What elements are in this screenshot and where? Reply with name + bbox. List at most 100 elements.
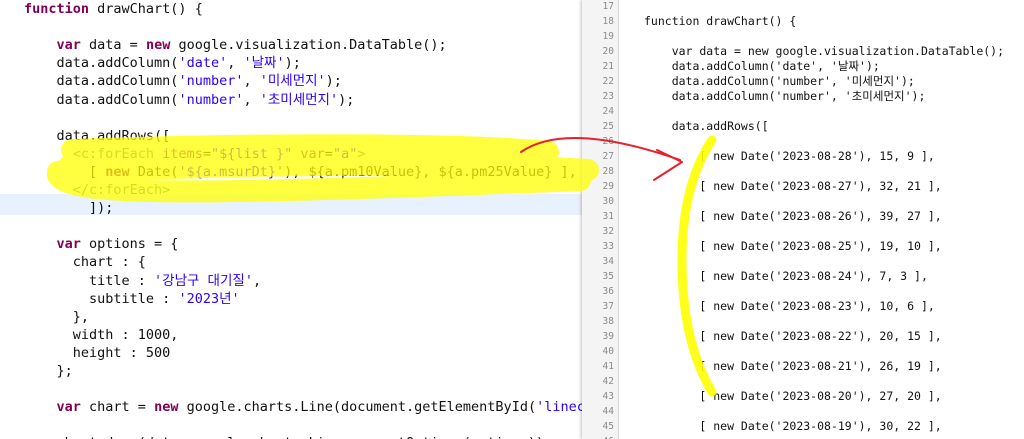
code-token: </c:forEach> bbox=[72, 182, 171, 198]
code-token: , bbox=[243, 73, 260, 90]
code-token: data.addColumn( bbox=[24, 73, 179, 90]
line-number: 29 bbox=[602, 181, 614, 192]
line-number: 31 bbox=[602, 211, 614, 222]
source-line: data.addColumn('date', '날짜'); bbox=[644, 59, 880, 73]
line-number: 23 bbox=[602, 91, 614, 102]
line-number: 20 bbox=[602, 46, 614, 57]
code-token: data.addColumn( bbox=[24, 55, 179, 72]
source-line: function drawChart() { bbox=[644, 14, 797, 28]
code-token: title : bbox=[24, 272, 155, 289]
code-token: var bbox=[56, 399, 81, 416]
code-token: 'date' bbox=[178, 55, 228, 72]
line-number: 41 bbox=[602, 361, 614, 372]
code-line: <c:forEach items="${list }" var="a"> bbox=[24, 144, 366, 164]
left-code-editor[interactable]: function drawChart() { var data = new go… bbox=[0, 0, 582, 439]
code-line: var chart = new google.charts.Line(docum… bbox=[24, 397, 582, 417]
line-number: 24 bbox=[602, 106, 614, 117]
code-token: <c:forEach bbox=[72, 145, 155, 162]
line-number: 40 bbox=[602, 346, 614, 357]
code-line: </c:forEach> bbox=[24, 180, 171, 200]
source-line: var data = new google.visualization.Data… bbox=[644, 44, 1005, 58]
code-line: chart.draw(data, google.charts.Line.conv… bbox=[24, 433, 553, 439]
code-line: title : '강남구 대기질', bbox=[24, 271, 261, 291]
code-line: data.addColumn('date', '날짜'); bbox=[24, 53, 301, 73]
code-token: '2023년' bbox=[178, 290, 240, 307]
line-number: 18 bbox=[602, 16, 614, 27]
code-token: chart : { bbox=[24, 254, 146, 271]
line-number-gutter: 17 18 19 20 21 22 23 24 25 26 27 28 29 30 31 32 33 34 35 36… bbox=[582, 0, 619, 439]
line-number: 28 bbox=[602, 166, 614, 177]
code-token: new bbox=[105, 163, 130, 180]
code-token: var bbox=[56, 37, 81, 54]
code-token: google.visualization.DataTable(); bbox=[170, 37, 447, 54]
code-token: '${a.msurDt}' bbox=[178, 163, 285, 180]
code-line: }, bbox=[24, 307, 89, 327]
code-line: var data = new google.visualization.Data… bbox=[24, 35, 447, 55]
code-token: "a" bbox=[332, 145, 358, 162]
code-token: chart.draw(data, google.charts.Line.conv… bbox=[24, 435, 553, 439]
source-line: [ new Date('2023-08-21'), 26, 19 ], bbox=[644, 359, 942, 373]
line-number: 21 bbox=[602, 61, 614, 72]
code-line: height : 500 bbox=[24, 343, 171, 363]
code-line: function drawChart() { bbox=[24, 0, 203, 19]
line-number: 43 bbox=[602, 391, 614, 402]
code-token: data.addColumn( bbox=[24, 91, 179, 108]
code-token: google.charts.Line(document.getElementBy… bbox=[178, 399, 537, 416]
line-number: 42 bbox=[602, 376, 614, 387]
code-token: "${list }" bbox=[210, 145, 293, 162]
line-number: 34 bbox=[602, 256, 614, 267]
source-line: [ new Date('2023-08-24'), 7, 3 ], bbox=[644, 269, 928, 283]
line-number: 22 bbox=[602, 76, 614, 87]
line-number: 25 bbox=[602, 121, 614, 132]
code-token: drawChart() { bbox=[89, 1, 203, 17]
code-token: options = { bbox=[80, 236, 179, 253]
line-number: 33 bbox=[602, 241, 614, 252]
code-token: Date( bbox=[129, 163, 179, 180]
code-token: 'linecha bbox=[536, 399, 582, 416]
code-token: height : 500 bbox=[24, 344, 171, 361]
code-token: [ bbox=[24, 163, 106, 180]
code-token: data.addRows([ bbox=[24, 127, 171, 144]
code-token: , bbox=[243, 91, 260, 108]
code-token: }, bbox=[24, 308, 90, 325]
line-number: 45 bbox=[602, 421, 614, 432]
code-line: chart : { bbox=[24, 252, 146, 272]
code-line: }; bbox=[24, 361, 73, 381]
code-token: = bbox=[324, 145, 333, 162]
code-token: ]); bbox=[24, 200, 114, 217]
code-token: '강남구 대기질' bbox=[154, 272, 253, 289]
code-line: var options = { bbox=[24, 234, 179, 254]
code-token: = bbox=[202, 145, 211, 162]
code-token: items bbox=[162, 145, 203, 162]
code-token: '날짜' bbox=[243, 55, 285, 72]
code-token: function bbox=[24, 1, 90, 17]
code-line: data.addRows([ bbox=[24, 126, 171, 146]
code-token: ); bbox=[338, 91, 355, 108]
line-number: 19 bbox=[602, 31, 614, 42]
line-number: 38 bbox=[602, 316, 614, 327]
right-rendered-source-view[interactable]: 17 18 19 20 21 22 23 24 25 26 27 28 29 30 31 32 33 34 35 36… bbox=[582, 0, 1024, 439]
code-token: ); bbox=[325, 73, 342, 90]
source-line: [ new Date('2023-08-23'), 10, 6 ], bbox=[644, 299, 935, 313]
source-line: data.addColumn('number', '미세먼지'); bbox=[644, 74, 915, 88]
code-token: > bbox=[357, 145, 366, 162]
source-line: [ new Date('2023-08-19'), 30, 22 ], bbox=[644, 419, 942, 433]
code-token: var bbox=[56, 236, 81, 253]
source-line: [ new Date('2023-08-28'), 15, 9 ], bbox=[644, 149, 935, 163]
code-token: subtitle : bbox=[24, 290, 179, 307]
source-line: data.addRows([ bbox=[644, 119, 769, 133]
code-token: 'number' bbox=[178, 73, 244, 90]
code-token: var bbox=[300, 145, 325, 162]
code-token: }; bbox=[24, 363, 73, 379]
line-number: 30 bbox=[602, 196, 614, 207]
line-number: 17 bbox=[602, 1, 614, 12]
source-line: [ new Date('2023-08-22'), 20, 15 ], bbox=[644, 329, 942, 343]
code-token: new bbox=[145, 37, 171, 54]
line-number: 36 bbox=[602, 286, 614, 297]
code-token: '미세먼지' bbox=[259, 73, 326, 90]
line-number: 44 bbox=[602, 406, 614, 417]
code-token: '초미세먼지' bbox=[259, 91, 339, 108]
